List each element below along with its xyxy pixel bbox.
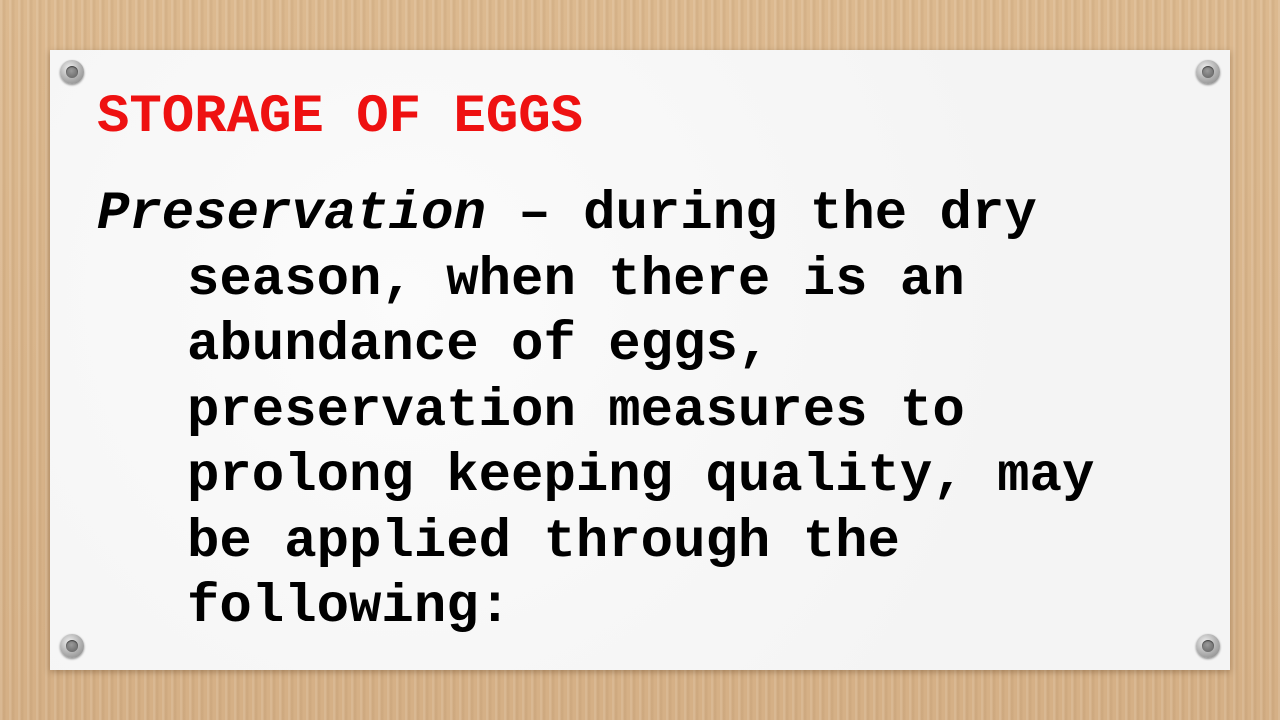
- slide-body: Preservation – during the dry season, wh…: [97, 182, 1157, 641]
- body-line-3: abundance of eggs,: [187, 315, 771, 376]
- body-line-6: be applied through the: [187, 511, 900, 573]
- screw-icon: [1196, 60, 1220, 84]
- body-line-2: season, when there is an: [187, 249, 965, 311]
- screw-icon: [60, 60, 84, 84]
- body-line-7: following:: [187, 577, 512, 638]
- preservation-term: Preservation: [97, 184, 486, 245]
- screw-icon: [1196, 634, 1220, 658]
- slide-title: STORAGE OF EGGS: [97, 87, 584, 148]
- body-line-1: Preservation – during the dry: [97, 182, 1157, 248]
- body-line-5: prolong keeping quality, may: [187, 446, 1095, 507]
- body-line-4: preservation measures to: [187, 380, 965, 442]
- body-line-1-rest: – during the dry: [485, 184, 1037, 245]
- screw-icon: [60, 634, 84, 658]
